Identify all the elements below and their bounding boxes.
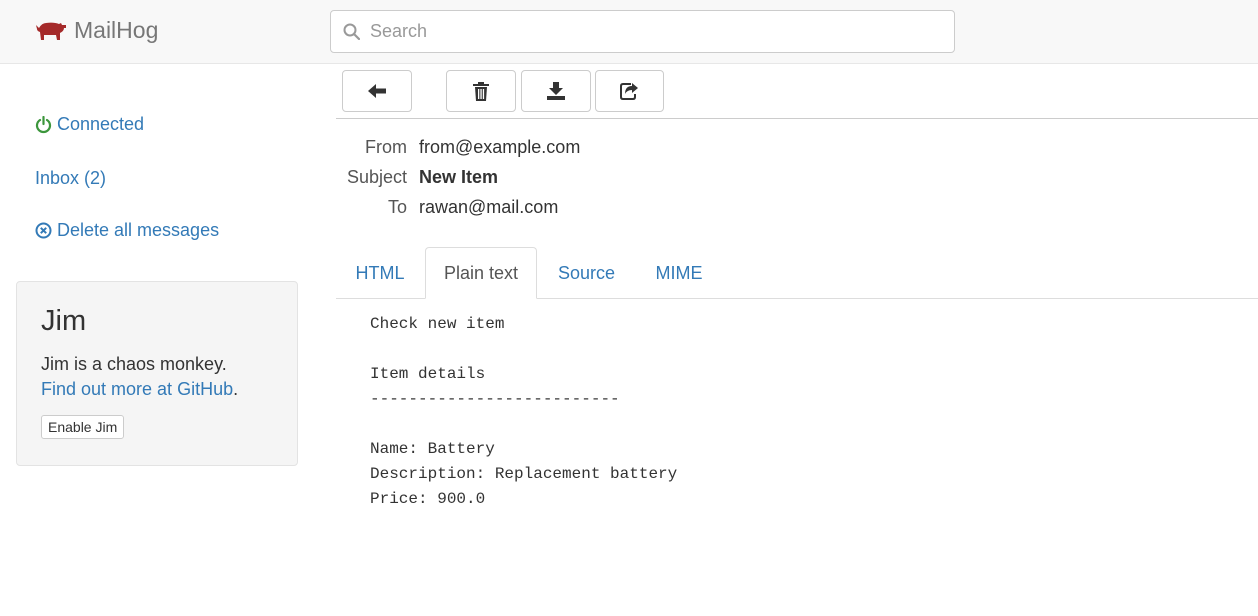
connected-label: Connected [57, 114, 145, 134]
to-label: To [387, 197, 407, 217]
jim-description: Jim is a chaos monkey. [41, 354, 227, 374]
jim-link-suffix: . [233, 379, 239, 399]
tab-plain-text[interactable]: Plain text [425, 247, 537, 299]
from-value: from@example.com [419, 137, 581, 157]
to-value: rawan@mail.com [419, 197, 559, 217]
delete-all-label: Delete all messages [57, 220, 220, 240]
inbox-link[interactable]: Inbox (2) [35, 168, 106, 189]
jim-description-block: Jim is a chaos monkey. Find out more at … [41, 352, 273, 402]
power-icon [35, 115, 52, 133]
back-arrow-icon [368, 84, 386, 98]
tab-html[interactable]: HTML [336, 247, 424, 299]
brand-link[interactable]: MailHog [36, 17, 158, 44]
navbar: MailHog [0, 0, 1258, 64]
connected-status[interactable]: Connected [35, 114, 144, 135]
subject-value: New Item [419, 167, 499, 187]
download-button[interactable] [521, 70, 591, 112]
search-box[interactable] [330, 10, 955, 53]
enable-jim-button[interactable]: Enable Jim [41, 415, 125, 439]
remove-circle-icon [35, 222, 52, 239]
app-name: MailHog [74, 17, 159, 43]
release-button[interactable] [595, 70, 664, 112]
from-label: From [365, 137, 407, 157]
jim-panel: Jim Jim is a chaos monkey. Find out more… [16, 281, 298, 466]
message-body: Check new item Item details ------------… [370, 315, 678, 508]
inbox-label: Inbox (2) [35, 168, 107, 188]
back-button[interactable] [342, 70, 412, 112]
delete-all-link[interactable]: Delete all messages [35, 220, 219, 241]
tab-source[interactable]: Source [538, 247, 635, 299]
download-icon [547, 82, 565, 100]
trash-icon [473, 81, 489, 101]
search-icon [343, 23, 360, 40]
jim-title: Jim [41, 305, 87, 337]
share-icon [620, 83, 638, 100]
search-input[interactable] [368, 20, 928, 43]
tab-mime[interactable]: MIME [636, 247, 722, 299]
delete-button[interactable] [446, 70, 516, 112]
jim-github-link[interactable]: Find out more at GitHub [41, 379, 233, 399]
subject-label: Subject [346, 167, 407, 187]
toolbar-divider [336, 118, 1258, 119]
pig-logo-icon [36, 22, 66, 40]
